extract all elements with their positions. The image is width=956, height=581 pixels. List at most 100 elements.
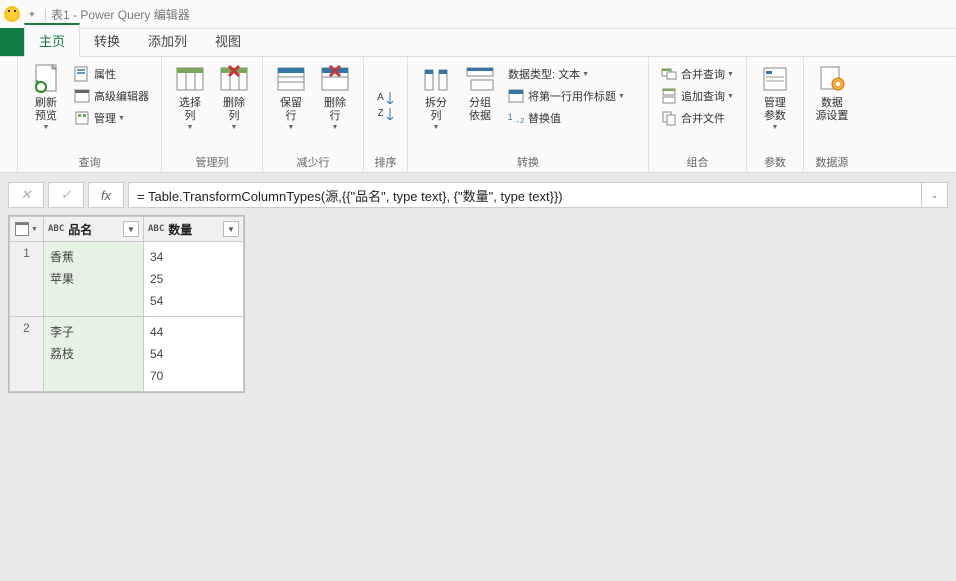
data-source-icon — [816, 63, 848, 95]
refresh-icon — [30, 63, 62, 95]
group-data-source: 数据 源设置 数据源 — [804, 57, 860, 172]
group-label-reduce-rows: 减少行 — [263, 154, 363, 172]
data-type-button[interactable]: 数据类型: 文本 ▼ — [504, 63, 640, 85]
chevron-down-icon: ▼ — [288, 124, 295, 131]
manage-icon — [74, 110, 90, 126]
formula-bar: ✕ ✓ fx = Table.TransformColumnTypes(源,{{… — [0, 173, 956, 215]
group-close-load-clipped — [0, 57, 18, 172]
replace-values-button[interactable]: 1→2 替换值 — [504, 107, 640, 129]
tab-add-column[interactable]: 添加列 — [134, 25, 201, 56]
cell[interactable]: 香蕉 苹果 — [44, 242, 144, 317]
replace-values-icon: 1→2 — [508, 110, 524, 126]
fx-icon: fx — [101, 188, 111, 203]
combine-files-icon — [661, 110, 677, 126]
manage-parameters-button[interactable]: 管理 参数 ▼ — [753, 61, 797, 139]
group-transform: 拆分 列 ▼ 分组 依据 数据类型: 文本 ▼ 将第一行用作标题 ▼ 1→2 — [408, 57, 649, 172]
fx-button[interactable]: fx — [88, 182, 124, 208]
group-reduce-rows: 保留 行 ▼ 删除 行 ▼ 减少行 — [263, 57, 364, 172]
cell[interactable]: 李子 荔枝 — [44, 317, 144, 392]
parameters-icon — [759, 63, 791, 95]
chevron-down-icon: ▼ — [118, 115, 125, 122]
qat-dropdown-icon[interactable]: ▼ — [28, 10, 36, 19]
first-row-header-button[interactable]: 将第一行用作标题 ▼ — [504, 85, 640, 107]
chevron-down-icon: ▼ — [332, 124, 339, 131]
table-row[interactable]: 2 李子 荔枝 44 54 70 — [10, 317, 244, 392]
keep-rows-icon — [275, 63, 307, 95]
formula-cancel-button[interactable]: ✕ — [8, 182, 44, 208]
merge-icon — [661, 66, 677, 82]
manage-button[interactable]: 管理 ▼ — [70, 107, 153, 129]
window-title: 表1 - Power Query 编辑器 — [51, 6, 190, 23]
formula-input[interactable]: = Table.TransformColumnTypes(源,{{"品名", t… — [128, 182, 922, 208]
formula-accept-button[interactable]: ✓ — [48, 182, 84, 208]
column-filter-button[interactable]: ▼ — [123, 221, 139, 237]
grid-corner[interactable]: ▼ — [10, 217, 44, 242]
app-icon — [4, 6, 20, 22]
split-column-button[interactable]: 拆分 列 ▼ — [414, 61, 458, 139]
ribbon-tabs: 主页 转换 添加列 视图 — [0, 29, 956, 57]
chevron-down-icon: ▼ — [43, 124, 50, 131]
chevron-down-icon: ▼ — [618, 93, 625, 100]
chevron-down-icon: ▼ — [727, 71, 734, 78]
column-filter-button[interactable]: ▼ — [223, 221, 239, 237]
column-header-品名[interactable]: ABC 品名 ▼ — [44, 217, 144, 242]
separator: | — [44, 7, 47, 21]
row-number: 2 — [10, 317, 44, 392]
sort-desc-button[interactable]: Z — [377, 108, 393, 120]
group-by-icon — [464, 63, 496, 95]
chevron-down-icon: ▼ — [582, 71, 589, 78]
remove-columns-button[interactable]: 删除 列 ▼ — [212, 61, 256, 139]
type-text-icon: ABC — [48, 224, 64, 234]
sort-asc-button[interactable]: A — [377, 92, 394, 104]
tab-home[interactable]: 主页 — [24, 23, 80, 57]
group-label-manage-cols: 管理列 — [162, 154, 262, 172]
row-number: 1 — [10, 242, 44, 317]
remove-rows-icon — [319, 63, 351, 95]
data-preview-area: ▼ ABC 品名 ▼ ABC 数量 ▼ — [0, 215, 956, 581]
cell[interactable]: 34 25 54 — [144, 242, 244, 317]
remove-columns-icon — [218, 63, 250, 95]
group-combine: 合并查询 ▼ 追加查询 ▼ 合并文件 组合 — [649, 57, 747, 172]
tab-transform[interactable]: 转换 — [80, 25, 134, 56]
chevron-down-icon: ▼ — [187, 124, 194, 131]
group-by-button[interactable]: 分组 依据 — [458, 61, 502, 139]
group-parameters: 管理 参数 ▼ 参数 — [747, 57, 804, 172]
table-icon — [15, 222, 29, 236]
data-source-settings-button[interactable]: 数据 源设置 — [810, 61, 854, 139]
append-queries-button[interactable]: 追加查询 ▼ — [657, 85, 738, 107]
cell[interactable]: 44 54 70 — [144, 317, 244, 392]
column-header-数量[interactable]: ABC 数量 ▼ — [144, 217, 244, 242]
properties-button[interactable]: 属性 — [70, 63, 153, 85]
chevron-down-icon: ▼ — [771, 124, 778, 131]
group-label-ds: 数据源 — [804, 154, 860, 172]
formula-expand-button[interactable]: ⌄ — [922, 182, 948, 208]
chevron-down-icon: ▼ — [433, 124, 440, 131]
data-grid: ▼ ABC 品名 ▼ ABC 数量 ▼ — [8, 215, 245, 393]
remove-rows-button[interactable]: 删除 行 ▼ — [313, 61, 357, 139]
group-label-sort: 排序 — [364, 154, 407, 172]
table-row[interactable]: 1 香蕉 苹果 34 25 54 — [10, 242, 244, 317]
group-label-transform: 转换 — [408, 154, 648, 172]
advanced-editor-icon — [74, 88, 90, 104]
choose-columns-icon — [174, 63, 206, 95]
group-manage-columns: 选择 列 ▼ 删除 列 ▼ 管理列 — [162, 57, 263, 172]
group-label-params: 参数 — [747, 154, 803, 172]
merge-queries-button[interactable]: 合并查询 ▼ — [657, 63, 738, 85]
split-column-icon — [420, 63, 452, 95]
header-row-icon — [508, 88, 524, 104]
file-tab[interactable] — [0, 28, 24, 56]
group-sort: A Z 排序 — [364, 57, 408, 172]
append-icon — [661, 88, 677, 104]
type-text-icon: ABC — [148, 224, 164, 234]
chevron-down-icon: ▼ — [231, 124, 238, 131]
combine-files-button[interactable]: 合并文件 — [657, 107, 738, 129]
ribbon: 刷新 预览 ▼ 属性 高级编辑器 管理 ▼ 查询 — [0, 57, 956, 173]
group-label-query: 查询 — [18, 154, 161, 172]
advanced-editor-button[interactable]: 高级编辑器 — [70, 85, 153, 107]
refresh-preview-button[interactable]: 刷新 预览 ▼ — [24, 61, 68, 139]
tab-view[interactable]: 视图 — [201, 25, 255, 56]
keep-rows-button[interactable]: 保留 行 ▼ — [269, 61, 313, 139]
group-query: 刷新 预览 ▼ 属性 高级编辑器 管理 ▼ 查询 — [18, 57, 162, 172]
choose-columns-button[interactable]: 选择 列 ▼ — [168, 61, 212, 139]
group-label-combine: 组合 — [649, 154, 746, 172]
